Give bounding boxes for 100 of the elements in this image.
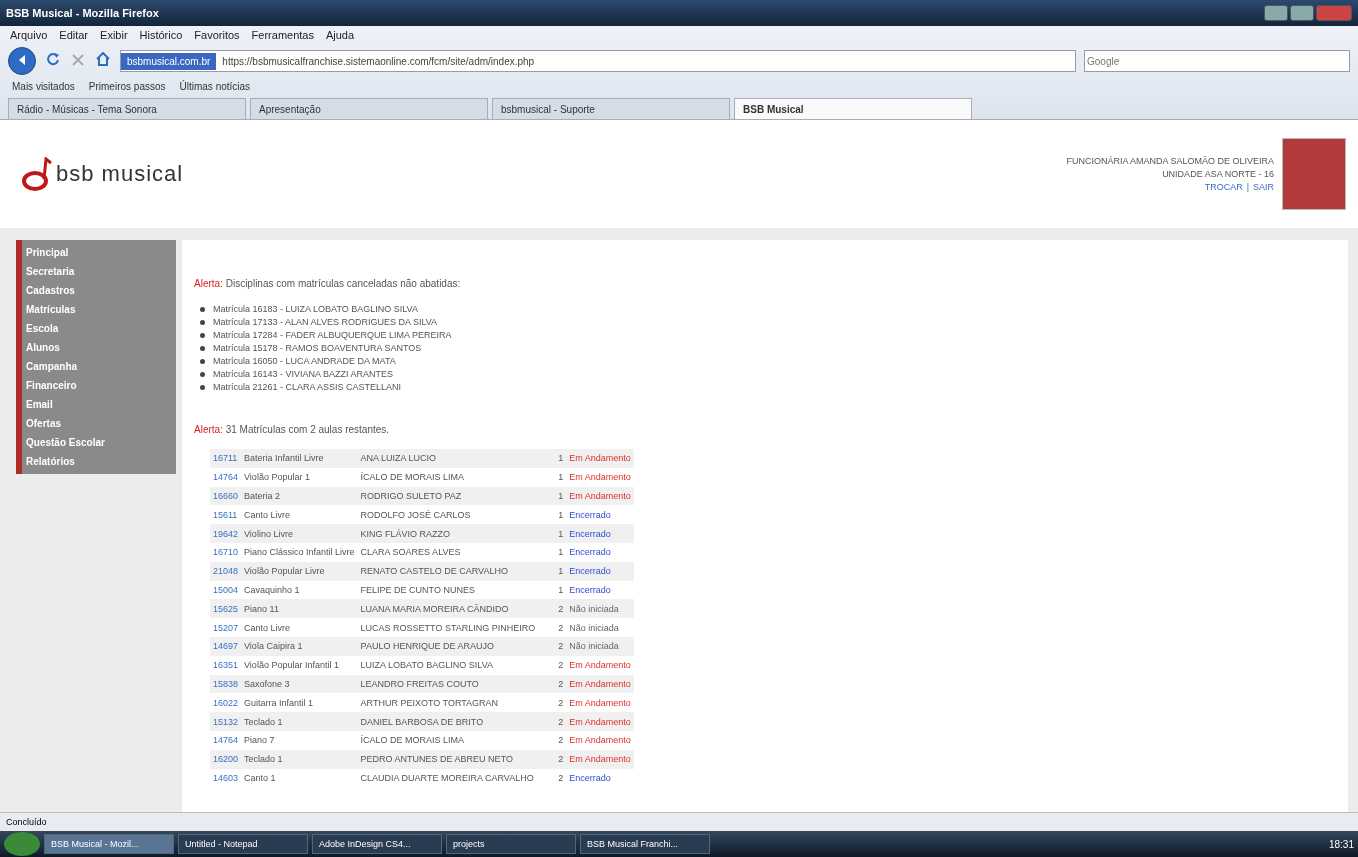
menu-item[interactable]: Arquivo — [10, 29, 48, 41]
bullet-icon — [200, 307, 205, 312]
browser-tab[interactable]: Apresentação — [250, 98, 488, 119]
menu-item[interactable]: Ferramentas — [251, 29, 314, 41]
student-cell: KING FLÁVIO RAZZO — [357, 524, 556, 543]
maximize-button[interactable] — [1290, 5, 1314, 21]
status-cell: Em Andamento — [566, 674, 634, 694]
enrollment-link[interactable]: 21048 — [210, 561, 242, 581]
bookmark-link[interactable]: Mais visitados — [12, 81, 75, 92]
enrollment-link[interactable]: 16200 — [210, 749, 242, 769]
status-cell: Em Andamento — [566, 655, 634, 675]
sidebar-item[interactable]: Principal — [22, 243, 176, 262]
student-cell: LUCAS ROSSETTO STARLING PINHEIRO — [357, 618, 556, 637]
enrollment-item: Matrícula 15178 - RAMOS BOAVENTURA SANTOS — [213, 342, 422, 355]
count-cell: 2 — [555, 618, 567, 637]
taskbar-button[interactable]: BSB Musical Franchi... — [580, 834, 710, 854]
bookmark-link[interactable]: Últimas notícias — [179, 81, 251, 92]
bullet-icon — [200, 346, 205, 351]
site-identity[interactable]: bsbmusical.com.br — [121, 52, 217, 70]
menu-item[interactable]: Exibir — [100, 29, 128, 41]
enrollment-link[interactable]: 14603 — [210, 768, 242, 788]
enrollment-link[interactable]: 15611 — [210, 505, 242, 525]
sidebar-item[interactable]: Financeiro — [22, 376, 176, 395]
browser-tab[interactable]: Rádio - Músicas - Tema Sonora — [8, 98, 246, 119]
count-cell: 2 — [555, 655, 567, 675]
student-cell: ÍCALO DE MORAIS LIMA — [357, 730, 556, 750]
sidebar-item[interactable]: Escola — [22, 319, 176, 338]
header-link[interactable]: SAIR — [1253, 182, 1274, 192]
search-field[interactable]: Google — [1084, 50, 1350, 72]
course-cell: Teclado 1 — [241, 712, 358, 731]
menu-item[interactable]: Favoritos — [194, 29, 240, 41]
student-cell: ÍCALO DE MORAIS LIMA — [357, 467, 556, 487]
enrollment-link[interactable]: 16710 — [210, 543, 242, 562]
close-icon — [72, 54, 84, 66]
sidebar-item[interactable]: Relatórios — [22, 452, 176, 471]
menu-item[interactable]: Editar — [59, 29, 89, 41]
course-cell: Violino Livre — [241, 524, 358, 543]
logo-text: bsb musical — [56, 161, 184, 187]
course-cell: Canto Livre — [241, 618, 358, 637]
enrollment-link[interactable]: 14764 — [210, 467, 242, 487]
menu-item[interactable]: Histórico — [139, 29, 183, 41]
enrollment-link[interactable]: 15838 — [210, 674, 242, 694]
sidebar-item[interactable]: Campanha — [22, 357, 176, 376]
minimize-button[interactable] — [1264, 5, 1288, 21]
count-cell: 2 — [555, 730, 567, 750]
header-link[interactable]: TROCAR — [1204, 182, 1243, 192]
enrollment-link[interactable]: 16351 — [210, 655, 242, 675]
course-cell: Bateria 2 — [241, 486, 358, 506]
browser-tab[interactable]: BSB Musical — [734, 98, 972, 119]
user-info: UNIDADE ASA NORTE - 16 — [1162, 169, 1274, 179]
bookmark-link[interactable]: Primeiros passos — [88, 81, 166, 92]
student-cell: ANA LUIZA LUCIO — [357, 449, 556, 468]
address-bar[interactable]: bsbmusical.com.br https://bsbmusicalfranchise.sistemaonline.com/fcm/site/adm/index.php — [120, 50, 1076, 72]
status-text: Concluído — [6, 817, 47, 827]
taskbar-button[interactable]: Untitled - Notepad — [178, 834, 308, 854]
count-cell: 1 — [555, 580, 567, 600]
enrollment-link[interactable]: 15132 — [210, 712, 242, 731]
taskbar-button[interactable]: projects — [446, 834, 576, 854]
enrollment-link[interactable]: 19642 — [210, 524, 242, 543]
course-cell: Canto Livre — [241, 505, 358, 525]
bullet-icon — [200, 359, 205, 364]
status-cell: Em Andamento — [566, 749, 634, 769]
back-button[interactable] — [8, 47, 36, 75]
sidebar-item[interactable]: Ofertas — [22, 414, 176, 433]
sidebar-item[interactable]: Secretaria — [22, 262, 176, 281]
link-separator: | — [1246, 182, 1249, 192]
home-icon — [96, 52, 110, 66]
student-cell: LEANDRO FREITAS COUTO — [357, 674, 556, 694]
status-cell: Em Andamento — [566, 486, 634, 506]
count-cell: 1 — [555, 561, 567, 581]
course-cell: Violão Popular Infantil 1 — [241, 655, 358, 675]
enrollment-link[interactable]: 16022 — [210, 693, 242, 713]
start-button[interactable] — [4, 832, 40, 856]
enrollment-link[interactable]: 14764 — [210, 730, 242, 750]
enrollment-link[interactable]: 15004 — [210, 580, 242, 600]
status-cell: Encerrado — [566, 543, 634, 562]
count-cell: 2 — [555, 712, 567, 731]
sidebar-item[interactable]: Matrículas — [22, 300, 176, 319]
student-cell: DANIEL BARBOSA DE BRITO — [357, 712, 556, 731]
count-cell: 2 — [555, 599, 567, 619]
enrollment-link[interactable]: 15207 — [210, 618, 242, 637]
count-cell: 1 — [555, 486, 567, 506]
enrollment-link[interactable]: 14697 — [210, 636, 242, 656]
taskbar-button[interactable]: Adobe InDesign CS4... — [312, 834, 442, 854]
taskbar-button[interactable]: BSB Musical - Mozil... — [44, 834, 174, 854]
sidebar-item[interactable]: Alunos — [22, 338, 176, 357]
sidebar-item[interactable]: Questão Escolar — [22, 433, 176, 452]
sidebar-item[interactable]: Cadastros — [22, 281, 176, 300]
course-cell: Piano Clássico Infantil Livre — [241, 543, 358, 562]
photo-placeholder — [1282, 138, 1346, 210]
enrollment-link[interactable]: 15625 — [210, 599, 242, 619]
enrollment-link[interactable]: 16711 — [210, 449, 242, 468]
status-cell: Encerrado — [566, 505, 634, 525]
sidebar-item[interactable]: Email — [22, 395, 176, 414]
status-cell: Em Andamento — [566, 712, 634, 731]
course-cell: Violão Popular 1 — [241, 467, 358, 487]
browser-tab[interactable]: bsbmusical - Suporte — [492, 98, 730, 119]
enrollment-item: Matrícula 21261 - CLARA ASSIS CASTELLANI — [213, 381, 402, 394]
menu-item[interactable]: Ajuda — [325, 29, 355, 41]
enrollment-link[interactable]: 16660 — [210, 486, 242, 506]
